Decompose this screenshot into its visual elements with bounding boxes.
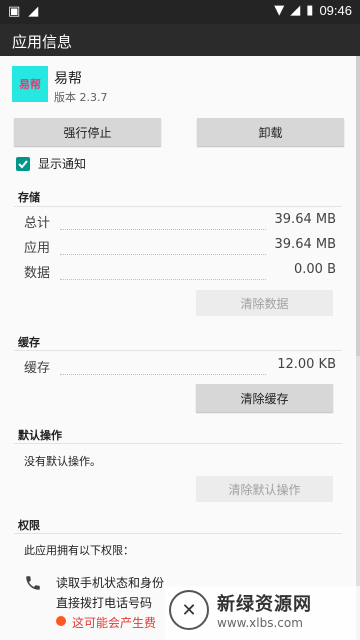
row-value: 0.00 B: [294, 262, 336, 277]
watermark-logo-icon: ✕: [169, 590, 209, 630]
battery-icon: ▮: [306, 3, 314, 18]
row-leader: [60, 254, 266, 255]
image-icon: ▣: [8, 4, 21, 19]
signal-icon: ◢: [290, 3, 301, 18]
scrollbar-thumb[interactable]: [356, 56, 360, 356]
row-leader: [60, 374, 266, 375]
status-bar: ▣ ◢ ▼ ◢ ▮ 09:46: [0, 0, 360, 24]
row-label: 应用: [24, 241, 51, 256]
clear-cache-button[interactable]: 清除缓存: [196, 384, 333, 412]
watermark-url: www.xlbs.com: [217, 616, 303, 630]
permission-warning: 这可能会产生费: [72, 616, 157, 630]
clear-data-button[interactable]: 清除数据: [196, 290, 333, 316]
check-icon: [18, 160, 28, 169]
clear-defaults-button[interactable]: 清除默认操作: [196, 476, 333, 502]
divider: [14, 533, 342, 534]
divider: [14, 443, 342, 444]
storage-row-total: 总计 39.64 MB: [24, 212, 336, 232]
storage-header: 存储: [18, 191, 40, 204]
app-icon: 易帮: [12, 66, 48, 102]
row-value: 39.64 MB: [274, 237, 336, 252]
row-leader: [60, 279, 266, 280]
row-value: 39.64 MB: [274, 212, 336, 227]
row-value: 12.00 KB: [277, 357, 336, 372]
android-icon: ◢: [28, 4, 39, 19]
show-notifications-label: 显示通知: [38, 157, 87, 171]
divider: [14, 350, 342, 351]
defaults-text: 没有默认操作。: [24, 455, 101, 468]
permissions-header: 权限: [18, 519, 40, 532]
app-info-content: 易帮 易帮 版本 2.3.7 强行停止 卸载 显示通知 存储 总计 39.64 …: [0, 56, 356, 640]
row-leader: [60, 229, 266, 230]
row-label: 缓存: [24, 361, 51, 376]
row-label: 总计: [24, 216, 51, 231]
watermark-title: 新绿资源网: [217, 594, 312, 615]
phone-icon: [26, 576, 40, 590]
app-name: 易帮: [54, 71, 82, 87]
divider: [14, 206, 342, 207]
warning-icon: [56, 616, 66, 626]
force-stop-button[interactable]: 强行停止: [14, 118, 161, 146]
defaults-header: 默认操作: [18, 429, 62, 442]
cache-row: 缓存 12.00 KB: [24, 357, 336, 377]
app-version: 版本 2.3.7: [54, 91, 108, 104]
permission-item: 直接拨打电话号码: [56, 596, 153, 610]
cache-header: 缓存: [18, 336, 40, 349]
watermark: ✕ 新绿资源网 www.xlbs.com: [165, 586, 360, 640]
page-title: 应用信息: [12, 33, 73, 51]
permission-item: 读取手机状态和身份: [56, 576, 165, 590]
permissions-intro: 此应用拥有以下权限：: [24, 544, 134, 557]
wifi-icon: ▼: [274, 3, 285, 18]
status-time: 09:46: [319, 3, 352, 18]
app-icon-text: 易帮: [19, 78, 41, 91]
row-label: 数据: [24, 266, 51, 281]
storage-row-data: 数据 0.00 B: [24, 262, 336, 282]
uninstall-button[interactable]: 卸载: [197, 118, 344, 146]
app-bar: 应用信息: [0, 24, 360, 56]
scrollbar[interactable]: [356, 56, 360, 640]
storage-row-app: 应用 39.64 MB: [24, 237, 336, 257]
show-notifications-checkbox[interactable]: [16, 157, 30, 171]
